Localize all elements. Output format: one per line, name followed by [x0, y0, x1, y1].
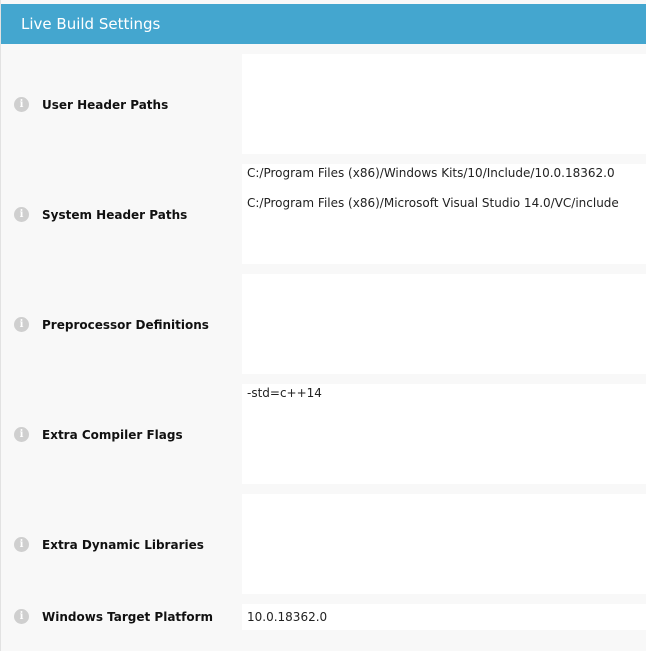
- extra-dynamic-libraries-field[interactable]: [242, 494, 646, 594]
- setting-row-preprocessor-definitions: i Preprocessor Definitions: [1, 274, 646, 374]
- user-header-paths-field[interactable]: [242, 54, 646, 154]
- setting-label: User Header Paths: [42, 98, 169, 112]
- info-icon[interactable]: i: [14, 317, 29, 332]
- header-path-entry: C:/Program Files (x86)/Microsoft Visual …: [247, 196, 619, 210]
- header-path-entry: C:/Program Files (x86)/Windows Kits/10/I…: [247, 166, 615, 180]
- setting-label-area: i Windows Target Platform: [1, 604, 241, 630]
- setting-label: Windows Target Platform: [42, 610, 214, 624]
- info-icon[interactable]: i: [14, 97, 29, 112]
- info-icon[interactable]: i: [14, 427, 29, 442]
- system-header-paths-field[interactable]: C:/Program Files (x86)/Windows Kits/10/I…: [242, 164, 646, 264]
- info-icon[interactable]: i: [14, 207, 29, 222]
- setting-label-area: i User Header Paths: [1, 54, 241, 154]
- extra-compiler-flags-field[interactable]: -std=c++14: [242, 384, 646, 484]
- target-platform-value: 10.0.18362.0: [247, 610, 328, 624]
- setting-label-area: i Extra Dynamic Libraries: [1, 494, 241, 594]
- setting-label: Preprocessor Definitions: [42, 318, 209, 332]
- panel-title: Live Build Settings: [1, 4, 646, 44]
- setting-row-system-header-paths: i System Header Paths C:/Program Files (…: [1, 164, 646, 264]
- setting-row-windows-target-platform: i Windows Target Platform 10.0.18362.0: [1, 604, 646, 630]
- preprocessor-definitions-field[interactable]: [242, 274, 646, 374]
- setting-label: Extra Compiler Flags: [42, 428, 183, 442]
- setting-row-extra-compiler-flags: i Extra Compiler Flags -std=c++14: [1, 384, 646, 484]
- setting-label: System Header Paths: [42, 208, 188, 222]
- compiler-flag-entry: -std=c++14: [247, 386, 322, 400]
- info-icon[interactable]: i: [14, 609, 29, 624]
- setting-label-area: i System Header Paths: [1, 164, 241, 264]
- setting-label-area: i Preprocessor Definitions: [1, 274, 241, 374]
- info-icon[interactable]: i: [14, 537, 29, 552]
- setting-label: Extra Dynamic Libraries: [42, 538, 204, 552]
- setting-label-area: i Extra Compiler Flags: [1, 384, 241, 484]
- setting-row-user-header-paths: i User Header Paths: [1, 54, 646, 154]
- windows-target-platform-field[interactable]: 10.0.18362.0: [242, 604, 646, 630]
- live-build-settings-panel: Live Build Settings i User Header Paths …: [0, 0, 646, 651]
- setting-row-extra-dynamic-libraries: i Extra Dynamic Libraries: [1, 494, 646, 594]
